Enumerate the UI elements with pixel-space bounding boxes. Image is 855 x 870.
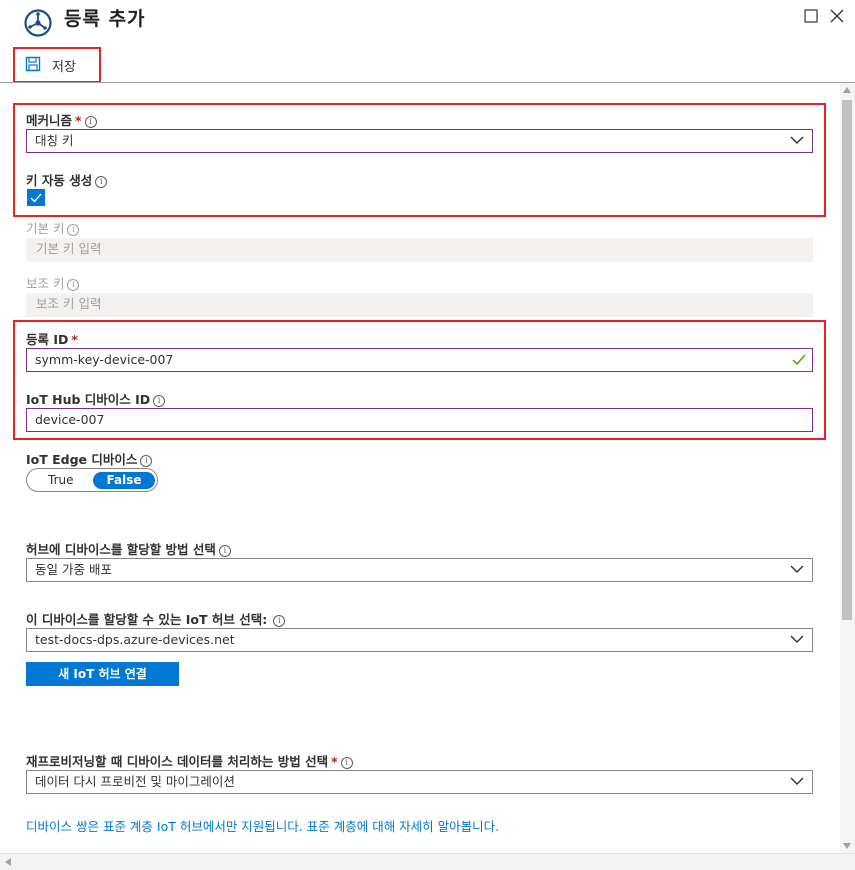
- device-twin-note-link[interactable]: 디바이스 쌍은 표준 계층 IoT 허브에서만 지원됩니다. 표준 계층에 대해…: [26, 816, 499, 835]
- mechanism-dropdown[interactable]: 대칭 키: [26, 129, 813, 153]
- maximize-icon[interactable]: [803, 8, 819, 24]
- iot-hub-device-id-label: IoT Hub 디바이스 ID i: [26, 389, 166, 408]
- toggle-true-option[interactable]: True: [48, 473, 74, 487]
- info-icon[interactable]: i: [218, 545, 231, 557]
- info-icon[interactable]: i: [140, 455, 153, 467]
- iot-hub-device-id-input[interactable]: device-007: [26, 408, 813, 432]
- info-icon[interactable]: i: [67, 224, 80, 236]
- scroll-down-icon[interactable]: [842, 842, 852, 850]
- chevron-down-icon: [790, 565, 804, 573]
- secondary-key-label: 보조 키i: [26, 273, 80, 292]
- info-icon[interactable]: i: [273, 615, 286, 627]
- info-icon[interactable]: i: [95, 176, 108, 188]
- save-button-label: 저장: [52, 60, 76, 75]
- close-icon[interactable]: [829, 8, 845, 24]
- reprovision-label: 재프로비저닝할 때 디바이스 데이터를 처리하는 방법 선택 * i: [26, 751, 353, 770]
- info-icon[interactable]: i: [84, 116, 97, 128]
- info-icon[interactable]: i: [67, 279, 80, 291]
- iot-edge-label: IoT Edge 디바이스 i: [26, 449, 153, 468]
- info-icon[interactable]: i: [153, 395, 166, 407]
- assign-method-dropdown[interactable]: 동일 가중 배포: [26, 558, 813, 582]
- registration-id-input[interactable]: symm-key-device-007: [26, 348, 813, 372]
- chevron-down-icon: [790, 777, 804, 785]
- mechanism-label: 메커니즘 * i: [26, 110, 97, 129]
- info-icon[interactable]: i: [340, 757, 353, 769]
- chevron-down-icon: [790, 136, 804, 144]
- save-icon: [25, 56, 41, 72]
- assign-hub-label: 이 디바이스를 할당할 수 있는 IoT 허브 선택: i: [26, 609, 286, 628]
- primary-key-input: 기본 키 입력: [26, 238, 813, 262]
- auto-generate-label: 키 자동 생성 i: [26, 170, 108, 189]
- scroll-up-icon[interactable]: [842, 86, 852, 94]
- assign-hub-dropdown[interactable]: test-docs-dps.azure-devices.net: [26, 628, 813, 652]
- dps-service-icon: [24, 9, 52, 37]
- mechanism-highlight-box: [13, 103, 826, 217]
- toggle-false-option[interactable]: False: [93, 472, 155, 489]
- chevron-down-icon: [790, 635, 804, 643]
- scroll-left-icon[interactable]: [4, 857, 12, 867]
- primary-key-label: 기본 키i: [26, 218, 80, 237]
- scrollbar-thumb[interactable]: [842, 100, 852, 620]
- horizontal-scrollbar[interactable]: [0, 853, 855, 870]
- link-iot-hub-button[interactable]: 새 IoT 허브 연결: [26, 662, 179, 686]
- iot-edge-toggle[interactable]: True False: [26, 468, 158, 492]
- registration-id-label: 등록 ID *: [26, 332, 78, 347]
- auto-generate-checkbox[interactable]: [27, 189, 45, 206]
- valid-check-icon: [792, 354, 806, 366]
- reprovision-dropdown[interactable]: 데이터 다시 프로비전 및 마이그레이션: [26, 770, 813, 794]
- secondary-key-input: 보조 키 입력: [26, 293, 813, 317]
- page-title: 등록 추가: [64, 8, 146, 30]
- toolbar-divider: [0, 82, 855, 83]
- assign-method-label: 허브에 디바이스를 할당할 방법 선택 i: [26, 539, 231, 558]
- checkmark-icon: [30, 193, 42, 203]
